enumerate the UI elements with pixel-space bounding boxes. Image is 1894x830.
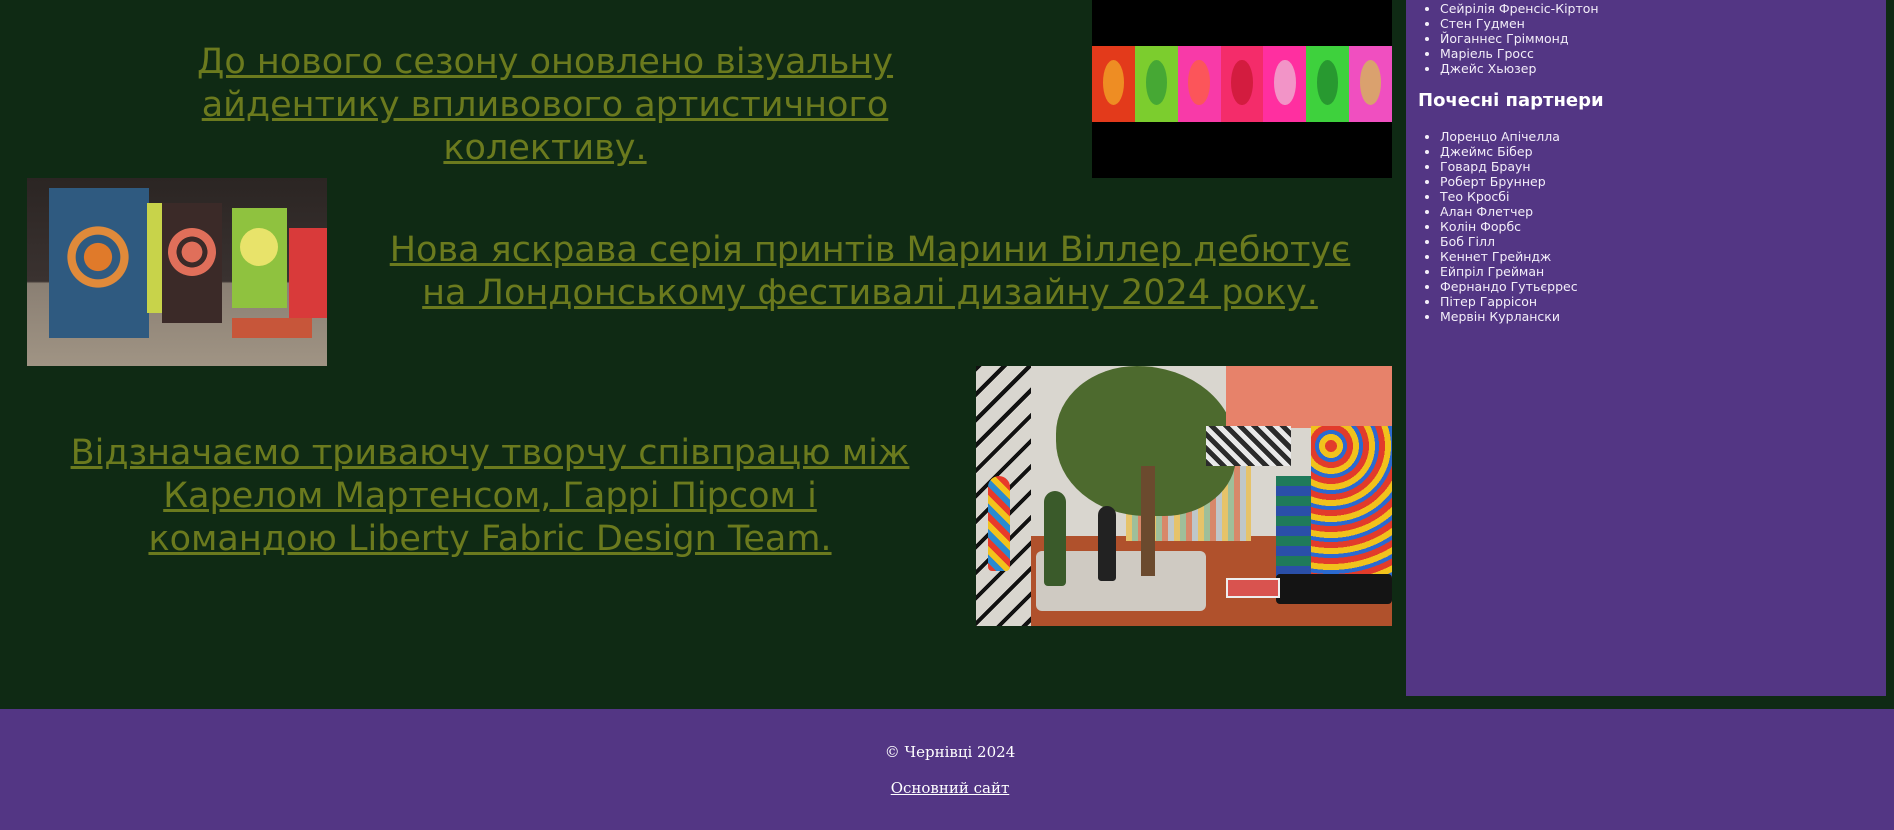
- main-content: До нового сезону оновлено візуальну айде…: [0, 0, 1406, 708]
- list-item: Колін Форбс: [1440, 219, 1578, 234]
- list-item: Лоренцо Апічелла: [1440, 129, 1578, 144]
- list-item: Джеймс Бібер: [1440, 144, 1578, 159]
- list-item: Мервін Курлански: [1440, 309, 1578, 324]
- poster-strip-image: [1092, 0, 1392, 178]
- list-item: Фернандо Гутьєррес: [1440, 279, 1578, 294]
- news-link-prints-series[interactable]: Нова яскрава серія принтів Марини Віллер…: [385, 229, 1355, 315]
- main-site-link[interactable]: Основний сайт: [891, 779, 1010, 797]
- list-item: Роберт Бруннер: [1440, 174, 1578, 189]
- news-link-identity[interactable]: До нового сезону оновлено візуальну айде…: [115, 41, 975, 170]
- sidebar: Сейрілія Френсіс-Кіртон Стен Гудмен Йога…: [1406, 0, 1886, 696]
- list-item: Тео Кросбі: [1440, 189, 1578, 204]
- list-item: Ейпріл Грейман: [1440, 264, 1578, 279]
- list-item: Сейрілія Френсіс-Кіртон: [1440, 1, 1599, 16]
- copyright-text: © Чернівці 2024: [884, 743, 1016, 761]
- list-item: Маріель Гросс: [1440, 46, 1599, 61]
- news-link-collaboration[interactable]: Відзначаємо триваючу творчу співпрацю мі…: [70, 432, 910, 561]
- list-item: Йоганнес Гріммонд: [1440, 31, 1599, 46]
- members-list: Сейрілія Френсіс-Кіртон Стен Гудмен Йога…: [1406, 1, 1599, 76]
- list-item: Боб Гілл: [1440, 234, 1578, 249]
- list-item: Джейс Хьюзер: [1440, 61, 1599, 76]
- footer: © Чернівці 2024 Основний сайт: [0, 709, 1894, 830]
- list-item: Пітер Гаррісон: [1440, 294, 1578, 309]
- list-item: Говард Браун: [1440, 159, 1578, 174]
- exhibition-posters-image: [27, 178, 327, 366]
- interior-fabrics-image: [976, 366, 1392, 626]
- partners-list: Лоренцо Апічелла Джеймс Бібер Говард Бра…: [1406, 129, 1578, 324]
- list-item: Алан Флетчер: [1440, 204, 1578, 219]
- list-item: Стен Гудмен: [1440, 16, 1599, 31]
- partners-heading: Почесні партнери: [1418, 90, 1604, 111]
- list-item: Кеннет Грейндж: [1440, 249, 1578, 264]
